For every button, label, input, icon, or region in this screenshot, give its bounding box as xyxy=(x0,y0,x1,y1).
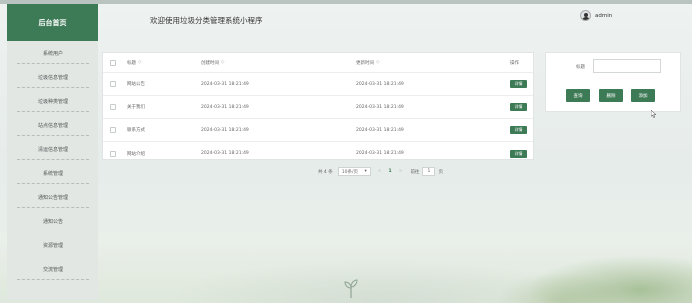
cell-updated: 2024-03-31 18:21:49 xyxy=(356,151,404,156)
cell-created: 2024-03-31 18:21:49 xyxy=(201,151,249,156)
page-size-select[interactable]: 10条/页 ▾ xyxy=(337,167,371,176)
cell-title: 联系方式 xyxy=(127,128,145,133)
current-page[interactable]: 1 xyxy=(389,169,392,174)
next-page-button[interactable]: > xyxy=(399,169,403,174)
sidebar-item-notice[interactable]: 通知公告 xyxy=(17,211,89,232)
sidebar-logo-home[interactable]: 后台首页 xyxy=(7,4,98,41)
delete-button[interactable]: 删除 xyxy=(599,89,623,102)
page-title: 欢迎使用垃圾分类管理系统小程序 xyxy=(150,16,263,25)
sidebar: 后台首页 系统用户 垃圾信息管理 垃圾种类管理 站点信息管理 清运信息管理 系统… xyxy=(7,4,98,300)
detail-button[interactable]: 详情 xyxy=(510,126,527,134)
detail-button[interactable]: 详情 xyxy=(510,80,527,88)
sort-icon: ◇ xyxy=(221,60,225,65)
row-checkbox[interactable] xyxy=(110,81,116,87)
column-header-actions: 操作 xyxy=(510,60,519,66)
sidebar-item-garbage-types[interactable]: 垃圾种类管理 xyxy=(17,91,89,112)
table-row: 网站介绍 2024-03-31 18:21:49 2024-03-31 18:2… xyxy=(103,142,533,165)
select-all-checkbox[interactable] xyxy=(110,59,116,66)
row-checkbox[interactable] xyxy=(110,104,116,110)
search-panel: 标题 查询 删除 添加 xyxy=(545,52,681,112)
cell-updated: 2024-03-31 18:21:49 xyxy=(356,104,404,110)
table-header-row: 标题 ◇ 创建时间 ◇ 更新时间 ◇ 操作 xyxy=(103,53,533,73)
sidebar-item-notice-management[interactable]: 通知公告管理 xyxy=(17,187,89,208)
cell-updated: 2024-03-31 18:21:49 xyxy=(356,81,404,87)
sort-icon: ◇ xyxy=(376,60,380,65)
row-checkbox[interactable] xyxy=(110,150,116,157)
goto-label: 前往 xyxy=(410,169,420,175)
search-input[interactable] xyxy=(593,59,661,73)
sidebar-item-system-users[interactable]: 系统用户 xyxy=(17,43,89,64)
add-button[interactable]: 添加 xyxy=(631,89,655,102)
sort-icon: ◇ xyxy=(138,60,142,65)
sidebar-item-garbage-info[interactable]: 垃圾信息管理 xyxy=(17,67,89,88)
data-table: 标题 ◇ 创建时间 ◇ 更新时间 ◇ 操作 网站公告 2024-03-31 18:21… xyxy=(102,52,534,160)
cell-created: 2024-03-31 18:21:49 xyxy=(201,104,249,110)
top-strip xyxy=(0,0,692,4)
goto-page-input[interactable]: 1 xyxy=(422,167,436,176)
table-row: 关于我们 2024-03-31 18:21:49 2024-03-31 18:2… xyxy=(103,96,533,119)
cell-title: 网站公告 xyxy=(127,82,145,87)
pagination: 共 4 条 10条/页 ▾ < 1 > 前往 1 页 xyxy=(318,167,443,176)
column-header-title[interactable]: 标题 ◇ xyxy=(127,53,141,72)
sprout-icon xyxy=(344,279,358,298)
column-header-updated[interactable]: 更新时间 ◇ xyxy=(356,53,379,72)
detail-button[interactable]: 详情 xyxy=(510,103,527,111)
pagination-total: 共 4 条 xyxy=(318,169,333,175)
query-button[interactable]: 查询 xyxy=(566,89,590,102)
table-row: 网站公告 2024-03-31 18:21:49 2024-03-31 18:2… xyxy=(103,73,533,96)
username[interactable]: admin xyxy=(595,13,612,19)
cell-title: 网站介绍 xyxy=(127,151,145,157)
detail-button[interactable]: 详情 xyxy=(510,149,527,158)
goto-unit: 页 xyxy=(438,169,443,175)
chevron-down-icon: ▾ xyxy=(364,169,367,174)
search-label: 标题 xyxy=(576,65,585,70)
table-row: 联系方式 2024-03-31 18:21:49 2024-03-31 18:2… xyxy=(103,119,533,142)
sidebar-item-site-info[interactable]: 站点信息管理 xyxy=(17,115,89,136)
cell-created: 2024-03-31 18:21:49 xyxy=(201,127,249,133)
sidebar-item-communication[interactable]: 交流管理 xyxy=(17,259,89,280)
column-header-created[interactable]: 创建时间 ◇ xyxy=(201,53,224,72)
avatar[interactable] xyxy=(580,10,591,21)
cell-created: 2024-03-31 18:21:49 xyxy=(201,81,249,87)
sidebar-item-cleanup-info[interactable]: 清运信息管理 xyxy=(17,139,89,160)
mouse-cursor-icon xyxy=(651,110,657,118)
sidebar-item-system-management[interactable]: 系统管理 xyxy=(17,163,89,184)
prev-page-button[interactable]: < xyxy=(378,169,382,174)
user-menu[interactable]: admin xyxy=(580,10,612,21)
sidebar-item-resources[interactable]: 资源管理 xyxy=(17,235,89,256)
row-checkbox[interactable] xyxy=(110,127,116,133)
cell-title: 关于我们 xyxy=(127,105,145,110)
cell-updated: 2024-03-31 18:21:49 xyxy=(356,127,404,133)
